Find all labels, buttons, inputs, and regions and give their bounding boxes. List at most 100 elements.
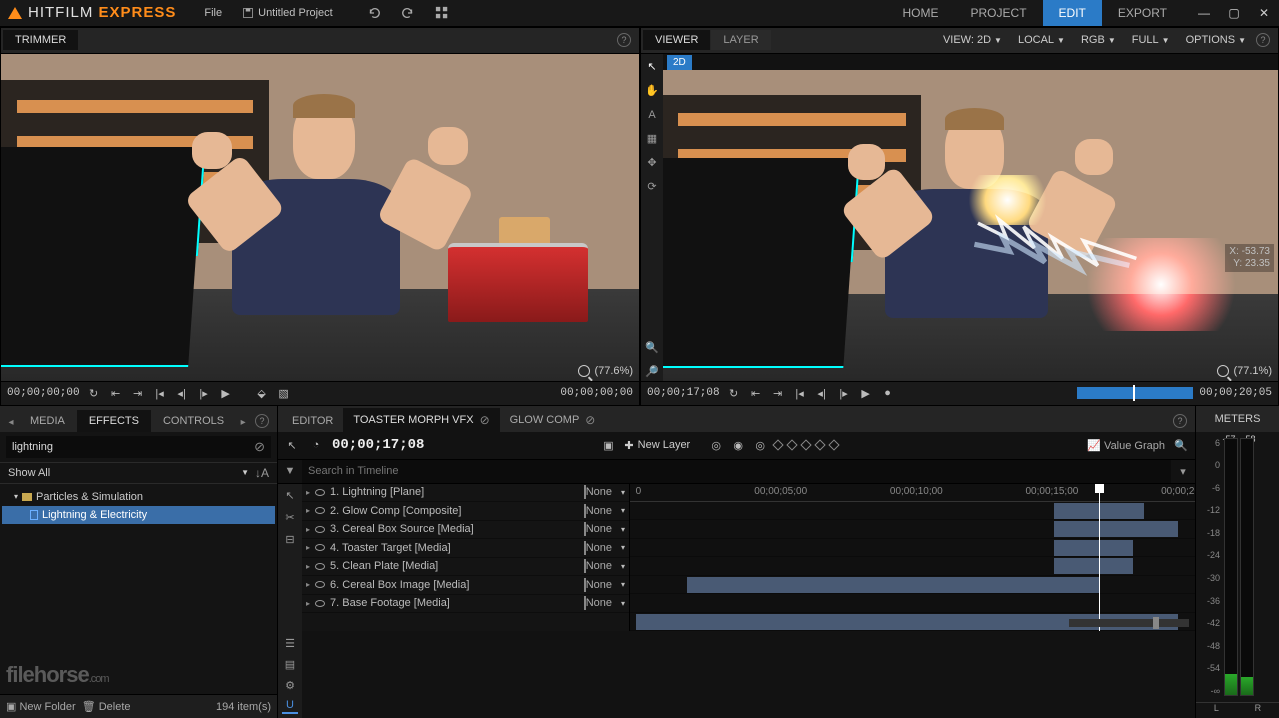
layer-row[interactable]: ▸2. Glow Comp [Composite] None▾ <box>302 502 629 521</box>
step-back-icon[interactable]: ◂| <box>814 385 830 401</box>
kf-prev-icon[interactable]: ◎ <box>708 437 724 453</box>
tab-controls[interactable]: CONTROLS <box>151 410 236 432</box>
viewer-tc-in[interactable]: 00;00;17;08 <box>647 387 720 399</box>
mask-icon[interactable] <box>584 485 586 499</box>
playhead[interactable] <box>1099 484 1100 632</box>
layer-row[interactable]: ▸3. Cereal Box Source [Media] None▾ <box>302 521 629 540</box>
loop-icon[interactable]: ↻ <box>86 385 102 401</box>
clear-search-icon[interactable]: ⊘ <box>254 439 265 455</box>
trimmer-viewport[interactable]: Toaster.png (77.6%) <box>1 54 639 381</box>
local-dropdown[interactable]: LOCAL▼ <box>1012 32 1071 48</box>
layer-row[interactable]: ▸6. Cereal Box Image [Media] None▾ <box>302 576 629 595</box>
orbit-tool-icon[interactable]: ⟳ <box>643 178 661 196</box>
magnet-icon[interactable]: U <box>282 698 298 714</box>
help-icon[interactable]: ? <box>1256 33 1270 47</box>
search-dropdown-icon[interactable]: ▾ <box>1171 460 1195 483</box>
play-icon[interactable]: ▶ <box>858 385 874 401</box>
help-icon[interactable]: ? <box>1173 414 1187 428</box>
timeline-ruler[interactable]: 0 00;00;05;00 00;00;10;00 00;00;15;00 00… <box>630 484 1195 502</box>
layer-tab[interactable]: LAYER <box>711 30 770 50</box>
filter-icon[interactable]: ▼ <box>278 460 302 483</box>
layout-button[interactable] <box>425 0 459 26</box>
kf-next-icon[interactable]: ◎ <box>752 437 768 453</box>
chevron-down-icon[interactable]: ▾ <box>621 599 625 608</box>
mask-icon[interactable] <box>584 504 586 518</box>
gear-icon[interactable]: ⚙ <box>282 677 298 693</box>
out-icon[interactable]: ⇥ <box>130 385 146 401</box>
close-button[interactable]: ✕ <box>1257 6 1271 20</box>
menu-file[interactable]: File <box>194 0 232 26</box>
trimmer-tc-in[interactable]: 00;00;00;00 <box>7 387 80 399</box>
tab-export[interactable]: EXPORT <box>1102 0 1183 26</box>
mask-tool-icon[interactable]: ▦ <box>643 130 661 148</box>
zoom-icon[interactable] <box>1217 365 1229 377</box>
chevron-down-icon[interactable]: ▾ <box>621 562 625 571</box>
visibility-icon[interactable] <box>315 489 325 496</box>
project-name[interactable]: Untitled Project <box>232 0 343 26</box>
value-graph-toggle[interactable]: 📈 Value Graph <box>1087 439 1165 452</box>
redo-button[interactable] <box>391 0 425 26</box>
mask-icon[interactable] <box>584 522 586 536</box>
zoom-out-icon[interactable]: 🔎 <box>643 363 661 381</box>
mask-icon[interactable] <box>584 578 586 592</box>
trimmer-tab[interactable]: TRIMMER <box>3 30 78 50</box>
record-icon[interactable]: ● <box>880 385 896 401</box>
layer-row[interactable]: ▸7. Base Footage [Media] None▾ <box>302 595 629 614</box>
zoom-icon[interactable] <box>578 365 590 377</box>
expand-icon[interactable]: ▸ <box>306 562 310 571</box>
visibility-icon[interactable] <box>315 563 325 570</box>
snap-tool-icon[interactable]: ⊟ <box>282 532 298 548</box>
timeline-search-input[interactable] <box>302 460 1171 483</box>
tab-edit[interactable]: EDIT <box>1043 0 1102 26</box>
rows-icon[interactable]: ☰ <box>282 635 298 651</box>
help-icon[interactable]: ? <box>617 33 631 47</box>
tab-media[interactable]: MEDIA <box>18 410 77 432</box>
slice-tool-icon[interactable]: ✂ <box>282 510 298 526</box>
layer-row[interactable]: ▸5. Clean Plate [Media] None▾ <box>302 558 629 577</box>
timeline-tracks[interactable]: 0 00;00;05;00 00;00;10;00 00;00;15;00 00… <box>630 484 1195 632</box>
maximize-button[interactable]: ▢ <box>1227 6 1241 20</box>
tab-project[interactable]: PROJECT <box>955 0 1043 26</box>
keyframe-icon[interactable] <box>829 439 840 450</box>
tab-effects[interactable]: EFFECTS <box>77 410 151 432</box>
mask-icon[interactable] <box>584 541 586 555</box>
step-back-icon[interactable]: ◂| <box>174 385 190 401</box>
chevron-down-icon[interactable]: ▾ <box>621 506 625 515</box>
visibility-icon[interactable] <box>315 600 325 607</box>
visibility-icon[interactable] <box>315 526 325 533</box>
marker-icon[interactable]: ⬙ <box>254 385 270 401</box>
text-tool-icon[interactable]: A <box>643 106 661 124</box>
goto-start-icon[interactable]: |◂ <box>152 385 168 401</box>
kf-add-icon[interactable]: ◉ <box>730 437 746 453</box>
play-icon[interactable]: ▶ <box>218 385 234 401</box>
timeline-clock-icon[interactable]: ◔ <box>308 437 324 453</box>
tab-editor[interactable]: EDITOR <box>282 410 343 432</box>
expand-icon[interactable]: ▸ <box>306 599 310 608</box>
loop-icon[interactable]: ↻ <box>726 385 742 401</box>
select-tool-icon[interactable]: ↖ <box>643 58 661 76</box>
effects-search[interactable]: lightning ⊘ <box>6 436 271 458</box>
expand-icon[interactable]: ▸ <box>306 506 310 515</box>
visibility-icon[interactable] <box>315 581 325 588</box>
viewer-tab[interactable]: VIEWER <box>643 30 710 50</box>
tab-composite-2[interactable]: GLOW COMP⊘ <box>500 408 606 432</box>
rows2-icon[interactable]: ▤ <box>282 656 298 672</box>
timeline-zoom-slider[interactable] <box>1069 619 1189 627</box>
tab-home[interactable]: HOME <box>887 0 955 26</box>
filter-dropdown[interactable]: Show All▼ ↓A <box>0 462 277 484</box>
layer-row[interactable]: ▸1. Lightning [Plane] None▾ <box>302 484 629 503</box>
expand-icon[interactable]: ▸ <box>306 543 310 552</box>
view-mode-dropdown[interactable]: VIEW: 2D▼ <box>937 32 1008 48</box>
chevron-down-icon[interactable]: ▾ <box>621 488 625 497</box>
keyframe-icon[interactable] <box>801 439 812 450</box>
keyframe-icon[interactable] <box>773 439 784 450</box>
help-icon[interactable]: ? <box>255 414 269 428</box>
expand-icon[interactable]: ▸ <box>306 580 310 589</box>
search-icon[interactable]: 🔍 <box>1173 437 1189 453</box>
minimize-button[interactable]: — <box>1197 6 1211 20</box>
options-dropdown[interactable]: OPTIONS▼ <box>1180 32 1252 48</box>
goto-start-icon[interactable]: |◂ <box>792 385 808 401</box>
hand-tool-icon[interactable]: ✋ <box>643 82 661 100</box>
undo-button[interactable] <box>357 0 391 26</box>
tree-item-lightning[interactable]: Lightning & Electricity <box>2 506 275 524</box>
